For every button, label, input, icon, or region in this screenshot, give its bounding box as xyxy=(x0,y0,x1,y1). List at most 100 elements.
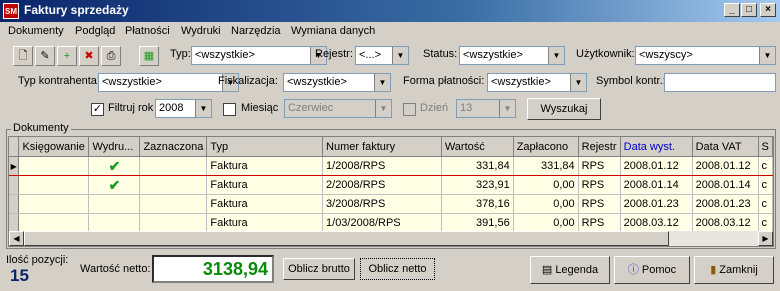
cell-ksiegowanie[interactable] xyxy=(18,175,90,195)
pomoc-button[interactable]: ⓘ Pomoc xyxy=(614,256,690,284)
cell-zaznaczona[interactable] xyxy=(139,213,208,233)
cell-rejestr[interactable]: RPS xyxy=(578,194,621,214)
col-rejestr[interactable]: Rejestr xyxy=(578,137,621,157)
minimize-button[interactable]: _ xyxy=(724,3,740,17)
cell-data-vat[interactable]: 2008.03.12 xyxy=(692,213,759,233)
legenda-button[interactable]: ▤ Legenda xyxy=(530,256,610,284)
cell-numer[interactable]: 3/2008/RPS xyxy=(322,194,442,214)
col-s[interactable]: S xyxy=(758,137,773,157)
scroll-thumb[interactable] xyxy=(24,231,669,246)
cell-s[interactable]: c xyxy=(758,175,773,195)
cell-rejestr[interactable]: RPS xyxy=(578,156,621,176)
col-zaznaczona[interactable]: Zaznaczona xyxy=(139,137,208,157)
cell-data-vat[interactable]: 2008.01.12 xyxy=(692,156,759,176)
zamknij-button[interactable]: ▮ Zamknij xyxy=(694,256,774,284)
cell-wydruk[interactable]: ✔ xyxy=(88,156,141,176)
cell-typ[interactable]: Faktura xyxy=(206,213,324,233)
rok-select[interactable]: 2008 ▼ xyxy=(155,99,212,118)
miesiac-checkbox[interactable] xyxy=(223,103,236,116)
symbol-kontr-input[interactable] xyxy=(664,73,776,92)
cell-data-wyst[interactable]: 2008.01.23 xyxy=(620,194,693,214)
edit-icon[interactable]: ✎ xyxy=(35,46,55,66)
cell-rejestr[interactable]: RPS xyxy=(578,175,621,195)
cell-typ[interactable]: Faktura xyxy=(206,194,324,214)
table-row[interactable]: ✔ Faktura 2/2008/RPS 323,91 0,00 RPS 2008.01.1… xyxy=(9,175,773,195)
cell-numer[interactable]: 2/2008/RPS xyxy=(322,175,442,195)
forma-platnosci-select[interactable]: <wszystkie> ▼ xyxy=(487,73,587,92)
cell-data-vat[interactable]: 2008.01.23 xyxy=(692,194,759,214)
cell-s[interactable]: c xyxy=(758,213,773,233)
dzien-select[interactable]: 13 ▼ xyxy=(456,99,516,118)
table-row[interactable]: Faktura 3/2008/RPS 378,16 0,00 RPS 2008.01.23… xyxy=(9,194,773,214)
col-zaplacono[interactable]: Zapłacono xyxy=(513,137,579,157)
menu-narzedzia[interactable]: Narzędzia xyxy=(231,25,281,37)
row-indicator[interactable] xyxy=(9,194,20,214)
cell-numer[interactable]: 1/2008/RPS xyxy=(322,156,442,176)
col-ksiegowanie[interactable]: Księgowanie xyxy=(18,137,90,157)
scroll-left-icon[interactable]: ◀ xyxy=(9,231,24,246)
new-document-icon[interactable]: 🗋 xyxy=(13,46,33,66)
row-indicator[interactable] xyxy=(9,213,20,233)
cell-wartosc[interactable]: 331,84 xyxy=(441,156,514,176)
row-indicator[interactable]: ▶ xyxy=(9,156,20,176)
cell-ksiegowanie[interactable] xyxy=(18,156,90,176)
menu-platnosci[interactable]: Płatności xyxy=(125,25,170,37)
miesiac-select[interactable]: Czerwiec ▼ xyxy=(284,99,392,118)
oblicz-brutto-button[interactable]: Oblicz brutto xyxy=(283,258,355,280)
cell-wydruk[interactable] xyxy=(88,194,141,214)
maximize-button[interactable]: □ xyxy=(741,3,757,17)
menu-podglad[interactable]: Podgląd xyxy=(75,25,115,37)
cell-zaznaczona[interactable] xyxy=(139,156,208,176)
dzien-checkbox[interactable] xyxy=(403,103,416,116)
scroll-right-icon[interactable]: ▶ xyxy=(758,231,773,246)
col-numer-faktury[interactable]: Numer faktury xyxy=(322,137,442,157)
cell-data-wyst[interactable]: 2008.01.12 xyxy=(620,156,693,176)
cell-data-vat[interactable]: 2008.01.14 xyxy=(692,175,759,195)
cell-ksiegowanie[interactable] xyxy=(18,213,90,233)
close-button[interactable]: × xyxy=(760,3,776,17)
delete-icon[interactable]: ✖ xyxy=(79,46,99,66)
cell-rejestr[interactable]: RPS xyxy=(578,213,621,233)
status-select[interactable]: <wszystkie> ▼ xyxy=(459,46,565,65)
cell-ksiegowanie[interactable] xyxy=(18,194,90,214)
cell-wydruk[interactable] xyxy=(88,213,141,233)
col-data-vat[interactable]: Data VAT xyxy=(692,137,759,157)
table-row[interactable]: ▶ ✔ Faktura 1/2008/RPS 331,84 331,84 RPS 2008.0… xyxy=(9,156,773,176)
print-icon[interactable]: ⎙ xyxy=(101,46,121,66)
table-row[interactable]: Faktura 1/03/2008/RPS 391,56 0,00 RPS 2008.03… xyxy=(9,213,773,233)
col-data-wyst[interactable]: Data wyst. xyxy=(620,137,693,157)
search-button[interactable]: Wyszukaj xyxy=(527,98,601,120)
cell-typ[interactable]: Faktura xyxy=(206,175,324,195)
cell-numer[interactable]: 1/03/2008/RPS xyxy=(322,213,442,233)
cell-typ[interactable]: Faktura xyxy=(206,156,324,176)
row-indicator[interactable] xyxy=(9,175,20,195)
cell-s[interactable]: c xyxy=(758,194,773,214)
menu-wymiana-danych[interactable]: Wymiana danych xyxy=(291,25,375,37)
cell-data-wyst[interactable]: 2008.01.14 xyxy=(620,175,693,195)
cell-wartosc[interactable]: 323,91 xyxy=(441,175,514,195)
menu-dokumenty[interactable]: Dokumenty xyxy=(8,25,64,37)
col-wydruk[interactable]: Wydru... xyxy=(88,137,141,157)
cell-zaplacono[interactable]: 0,00 xyxy=(513,194,579,214)
cell-zaznaczona[interactable] xyxy=(139,175,208,195)
cell-zaplacono[interactable]: 0,00 xyxy=(513,213,579,233)
cell-wartosc[interactable]: 378,16 xyxy=(441,194,514,214)
cell-zaplacono[interactable]: 0,00 xyxy=(513,175,579,195)
cell-data-wyst[interactable]: 2008.03.12 xyxy=(620,213,693,233)
typ-select[interactable]: <wszystkie> ▼ xyxy=(191,46,327,65)
export-icon[interactable]: ▦ xyxy=(139,46,159,66)
uzytkownik-select[interactable]: <wszyscy> ▼ xyxy=(635,46,776,65)
rejestr-select[interactable]: <...> ▼ xyxy=(355,46,409,65)
cell-s[interactable]: c xyxy=(758,156,773,176)
col-wartosc[interactable]: Wartość xyxy=(441,137,514,157)
col-typ[interactable]: Typ xyxy=(206,137,324,157)
cell-wydruk[interactable]: ✔ xyxy=(88,175,141,195)
add-icon[interactable]: + xyxy=(57,46,77,66)
horizontal-scrollbar[interactable]: ◀ ▶ xyxy=(9,231,773,246)
cell-wartosc[interactable]: 391,56 xyxy=(441,213,514,233)
menu-wydruki[interactable]: Wydruki xyxy=(181,25,221,37)
filtruj-rok-checkbox[interactable]: ✓ xyxy=(91,103,104,116)
fiskalizacja-select[interactable]: <wszystkie> ▼ xyxy=(283,73,391,92)
cell-zaznaczona[interactable] xyxy=(139,194,208,214)
oblicz-netto-button[interactable]: Oblicz netto xyxy=(360,258,435,280)
